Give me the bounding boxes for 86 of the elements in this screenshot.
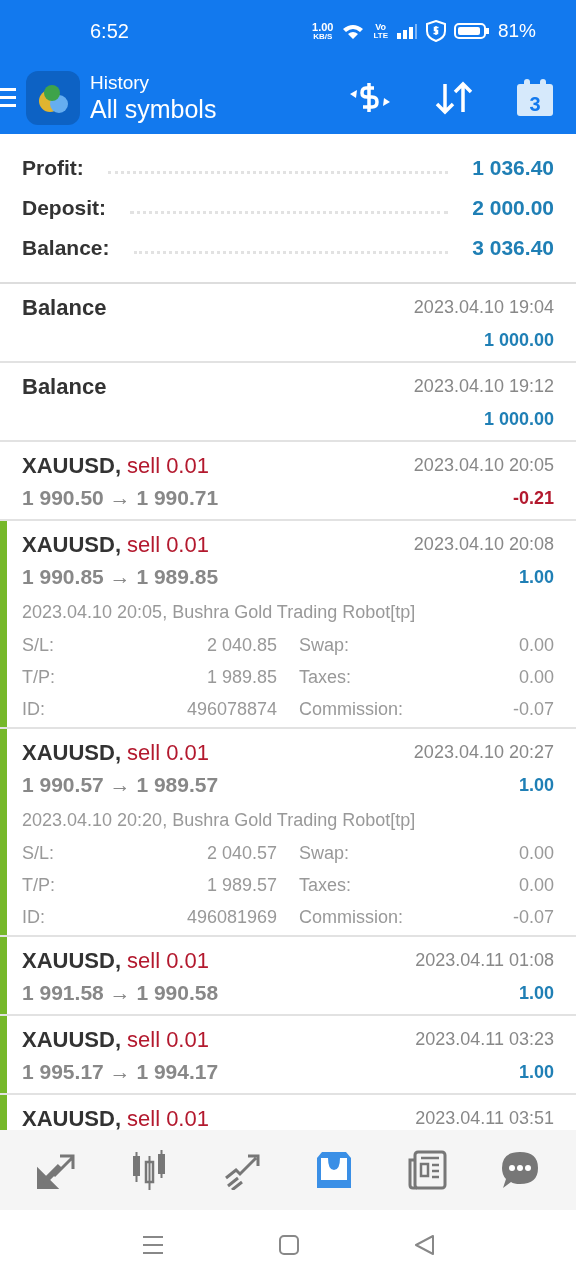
wifi-icon bbox=[341, 22, 366, 40]
summary-label: Profit: bbox=[22, 155, 84, 182]
operation-title: Balance bbox=[22, 293, 107, 322]
battery-percent: 81% bbox=[497, 18, 536, 43]
detail-value: -0.07 bbox=[512, 697, 554, 721]
deal-prices: 1 991.58 → 1 990.58 bbox=[22, 980, 219, 1007]
summary-label: Deposit: bbox=[22, 195, 106, 222]
deal-profit: 1 000.00 bbox=[483, 328, 554, 352]
deal-prices: 1 990.50 → 1 990.71 bbox=[22, 485, 219, 512]
lte-label: LTE bbox=[373, 31, 388, 40]
deal-profit: 1 000.00 bbox=[483, 407, 554, 431]
app-logo-icon bbox=[26, 71, 80, 125]
detail-value: 0.00 bbox=[518, 873, 554, 897]
deal-profit: 1.00 bbox=[518, 981, 554, 1005]
sort-icon[interactable] bbox=[434, 80, 474, 116]
deal-time: 2023.04.10 19:04 bbox=[413, 295, 554, 319]
screen-subtitle: History bbox=[90, 70, 151, 95]
deal-profit: -0.21 bbox=[512, 486, 554, 510]
menu-icon[interactable] bbox=[0, 87, 16, 109]
deal-prices: 1 990.85 → 1 989.85 bbox=[22, 564, 219, 591]
deal-symbol: XAUUSD, bbox=[22, 946, 121, 975]
detail-value: 496078874 bbox=[186, 697, 277, 721]
network-speed: 1.00 bbox=[312, 21, 334, 33]
deal-prices: 1 995.17 → 1 994.17 bbox=[22, 1059, 219, 1086]
deal-side: sell 0.01 bbox=[127, 451, 209, 480]
detail-label: Taxes: bbox=[299, 665, 352, 689]
detail-value: 2 040.57 bbox=[206, 841, 277, 865]
deal-profit: 1.00 bbox=[518, 565, 554, 589]
deal-profit: 1.00 bbox=[518, 1060, 554, 1084]
volte-label: Vo bbox=[375, 22, 387, 32]
deal-time: 2023.04.11 01:08 bbox=[415, 948, 554, 972]
detail-value: 2 040.85 bbox=[206, 633, 277, 657]
detail-value: 1 989.57 bbox=[206, 873, 277, 897]
detail-label: T/P: bbox=[22, 873, 55, 897]
deal-time: 2023.04.10 20:05 bbox=[413, 453, 554, 477]
detail-value: 0.00 bbox=[518, 665, 554, 689]
detail-label: Swap: bbox=[299, 633, 350, 657]
detail-label: Swap: bbox=[299, 841, 350, 865]
deal-side: sell 0.01 bbox=[127, 1025, 209, 1054]
detail-value: 0.00 bbox=[518, 841, 554, 865]
summary-label: Balance: bbox=[22, 235, 110, 262]
deal-comment: 2023.04.10 20:20, Bushra Gold Trading Robot[tp] bbox=[22, 808, 416, 832]
screen-title: All symbols bbox=[90, 94, 217, 126]
deal-comment: 2023.04.10 20:05, Bushra Gold Trading Robot[tp] bbox=[22, 600, 416, 624]
deal-prices: 1 990.57 → 1 989.57 bbox=[22, 772, 219, 799]
detail-label: Commission: bbox=[299, 905, 404, 929]
detail-value: 0.00 bbox=[518, 633, 554, 657]
operation-title: Balance bbox=[22, 372, 107, 401]
deal-time: 2023.04.11 03:51 bbox=[415, 1106, 554, 1130]
detail-label: S/L: bbox=[22, 841, 55, 865]
detail-label: ID: bbox=[22, 697, 45, 721]
detail-label: S/L: bbox=[22, 633, 55, 657]
chat-bubble-icon[interactable] bbox=[499, 1150, 540, 1190]
deal-symbol: XAUUSD, bbox=[22, 1025, 121, 1054]
deal-symbol: XAUUSD, bbox=[22, 738, 121, 767]
summary-value: 2 000.00 bbox=[472, 195, 554, 222]
deal-side: sell 0.01 bbox=[127, 530, 209, 559]
speed-unit: KB/S bbox=[313, 32, 333, 41]
detail-label: T/P: bbox=[22, 665, 55, 689]
deal-symbol: XAUUSD, bbox=[22, 1104, 121, 1130]
deal-side: sell 0.01 bbox=[127, 946, 209, 975]
detail-value: 1 989.85 bbox=[206, 665, 277, 689]
deal-symbol: XAUUSD, bbox=[22, 530, 121, 559]
deal-time: 2023.04.10 20:08 bbox=[413, 532, 554, 556]
deal-profit: 1.00 bbox=[518, 773, 554, 797]
back-icon[interactable] bbox=[414, 1235, 434, 1255]
home-icon[interactable] bbox=[279, 1235, 299, 1255]
deal-symbol: XAUUSD, bbox=[22, 451, 121, 480]
detail-value: 496081969 bbox=[186, 905, 277, 929]
shield-icon bbox=[425, 20, 446, 42]
deal-side: sell 0.01 bbox=[127, 738, 209, 767]
deal-side: sell 0.01 bbox=[127, 1104, 209, 1130]
clock: 6:52 bbox=[90, 19, 129, 44]
newspaper-icon[interactable] bbox=[406, 1150, 447, 1190]
detail-label: Taxes: bbox=[299, 873, 352, 897]
summary-value: 3 036.40 bbox=[472, 235, 554, 262]
detail-label: ID: bbox=[22, 905, 45, 929]
deal-time: 2023.04.10 19:12 bbox=[413, 374, 554, 398]
recent-apps-icon[interactable] bbox=[142, 1235, 164, 1255]
signal-icon bbox=[395, 23, 418, 39]
summary-value: 1 036.40 bbox=[472, 155, 554, 182]
detail-label: Commission: bbox=[299, 697, 404, 721]
detail-value: -0.07 bbox=[512, 905, 554, 929]
battery-icon bbox=[453, 22, 490, 40]
deal-time: 2023.04.10 20:27 bbox=[413, 740, 554, 764]
deal-time: 2023.04.11 03:23 bbox=[415, 1027, 554, 1051]
